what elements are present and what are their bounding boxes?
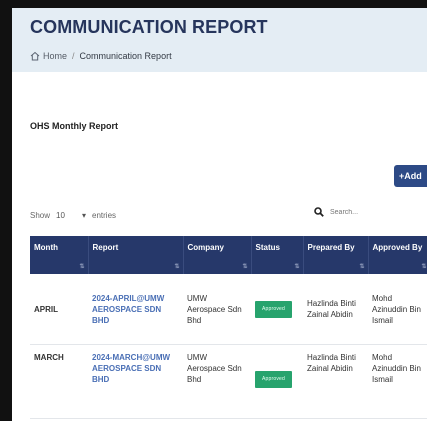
search-icon: [314, 207, 324, 217]
report-cell: 2024-MARCH@UMW AEROSPACE SDN BHD: [88, 344, 183, 419]
status-cell: Approved: [251, 344, 303, 419]
entries-label: entries: [92, 211, 117, 220]
breadcrumb: Home / Communication Report: [30, 51, 172, 61]
status-cell: Approved: [251, 274, 303, 345]
breadcrumb-current: Communication Report: [79, 51, 172, 61]
company-cell: UMW Aerospace Sdn Bhd: [183, 344, 251, 419]
sort-icon: ⇅: [242, 264, 248, 270]
table-row: APRIL 2024-APRIL@UMW AEROSPACE SDN BHD U…: [30, 274, 427, 345]
column-header-report[interactable]: Report ⇅: [88, 236, 184, 274]
search-input[interactable]: [330, 208, 378, 216]
add-button[interactable]: +Add: [394, 165, 427, 187]
page-header: COMMUNICATION REPORT Home / Communicatio…: [12, 8, 427, 72]
entries-control: Show 10 ▾ entries: [30, 211, 116, 220]
company-cell: UMW Aerospace Sdn Bhd: [183, 274, 251, 345]
show-label: Show: [30, 211, 51, 220]
column-header-approved-by[interactable]: Approved By ⇅: [368, 236, 427, 274]
sort-icon: ⇅: [174, 264, 180, 270]
approved-by-cell: Mohd Azinuddin Bin Ismail: [368, 344, 427, 419]
search-area: [314, 207, 378, 217]
app-window: COMMUNICATION REPORT Home / Communicatio…: [12, 8, 427, 421]
table-row: MARCH 2024-MARCH@UMW AEROSPACE SDN BHD U…: [30, 344, 427, 419]
sort-icon: ⇅: [359, 264, 365, 270]
chevron-down-icon: ▾: [82, 211, 87, 220]
report-link[interactable]: 2024-MARCH@UMW AEROSPACE SDN BHD: [92, 353, 170, 384]
sort-icon: ⇅: [421, 264, 427, 270]
prepared-by-cell: Hazlinda Binti Zainal Abidin: [303, 274, 368, 345]
column-header-prepared-by[interactable]: Prepared By ⇅: [303, 236, 369, 274]
section-title: OHS Monthly Report: [30, 121, 118, 131]
entries-value: 10: [56, 211, 65, 220]
status-badge: Approved: [255, 371, 293, 388]
page-title: COMMUNICATION REPORT: [30, 17, 268, 37]
month-cell: MARCH: [30, 344, 88, 419]
column-header-company[interactable]: Company ⇅: [183, 236, 252, 274]
breadcrumb-home-link[interactable]: Home: [43, 51, 67, 61]
approved-by-cell: Mohd Azinuddin Bin Ismail: [368, 274, 427, 345]
breadcrumb-separator: /: [72, 51, 75, 61]
prepared-by-cell: Hazlinda Binti Zainal Abidin: [303, 344, 368, 419]
month-cell: APRIL: [30, 274, 88, 345]
table-header-row: Month ⇅ Report ⇅ Company ⇅ Status ⇅ Prepared…: [30, 236, 427, 274]
sort-icon: ⇅: [79, 264, 85, 270]
home-icon[interactable]: [30, 51, 40, 61]
report-cell: 2024-APRIL@UMW AEROSPACE SDN BHD: [88, 274, 183, 345]
report-link[interactable]: 2024-APRIL@UMW AEROSPACE SDN BHD: [92, 294, 164, 325]
sort-icon: ⇅: [294, 264, 300, 270]
entries-select[interactable]: 10 ▾: [56, 211, 86, 220]
status-badge: Approved: [255, 300, 293, 318]
column-header-status[interactable]: Status ⇅: [251, 236, 304, 274]
report-table: Month ⇅ Report ⇅ Company ⇅ Status ⇅ Prepared…: [30, 236, 427, 419]
column-header-month[interactable]: Month ⇅: [30, 236, 89, 274]
